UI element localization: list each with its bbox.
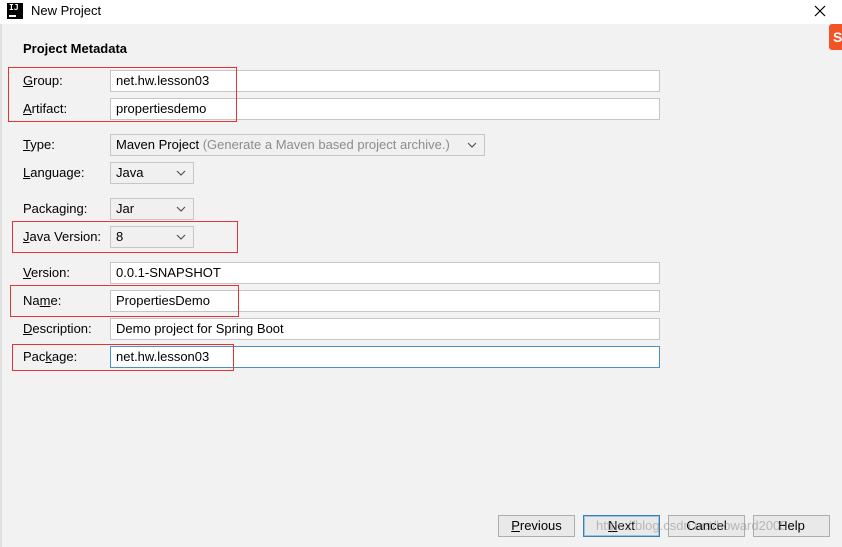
language-label: Language: bbox=[23, 165, 84, 181]
language-dropdown[interactable]: Java bbox=[110, 162, 194, 184]
name-label: Name: bbox=[23, 293, 61, 309]
package-label: Package: bbox=[23, 349, 77, 365]
close-icon bbox=[814, 5, 826, 17]
next-label: ext bbox=[617, 518, 635, 533]
packaging-label-text: ing: bbox=[66, 201, 88, 216]
version-label: Version: bbox=[23, 265, 70, 281]
title-bar: IJ New Project bbox=[0, 0, 842, 24]
version-input[interactable]: 0.0.1-SNAPSHOT bbox=[110, 262, 660, 284]
group-input[interactable]: net.hw.lesson03 bbox=[110, 70, 660, 92]
type-label: Type: bbox=[23, 137, 55, 153]
type-hint: (Generate a Maven based project archive.… bbox=[202, 137, 450, 152]
artifact-input[interactable]: propertiesdemo bbox=[110, 98, 660, 120]
chevron-down-icon bbox=[176, 170, 186, 176]
group-label: Group: bbox=[23, 73, 63, 89]
description-label-mnemonic: D bbox=[23, 321, 33, 336]
section-title: Project Metadata bbox=[23, 41, 128, 56]
side-logo-icon: S bbox=[829, 24, 842, 50]
group-label-text: roup: bbox=[33, 73, 63, 88]
next-mnemonic: N bbox=[608, 518, 618, 533]
name-label-text: e: bbox=[50, 293, 62, 308]
packaging-label: Packaging: bbox=[23, 201, 87, 217]
chevron-down-icon bbox=[176, 206, 186, 212]
window-left-edge bbox=[0, 24, 2, 547]
group-label-mnemonic: G bbox=[23, 73, 34, 88]
name-input[interactable]: PropertiesDemo bbox=[110, 290, 660, 312]
java-version-label-text: ava Version: bbox=[29, 229, 102, 244]
chevron-down-icon bbox=[176, 234, 186, 240]
window-title: New Project bbox=[31, 3, 102, 18]
chevron-down-icon bbox=[467, 142, 477, 148]
cancel-button[interactable]: Cancel bbox=[668, 515, 745, 537]
artifact-label-text: rtifact: bbox=[31, 101, 68, 116]
package-input[interactable]: net.hw.lesson03 bbox=[110, 346, 660, 368]
java-version-value: 8 bbox=[116, 229, 124, 244]
package-label-pre: Pac bbox=[23, 349, 46, 364]
previous-button[interactable]: Previous bbox=[498, 515, 575, 537]
description-input[interactable]: Demo project for Spring Boot bbox=[110, 318, 660, 340]
artifact-label: Artifact: bbox=[23, 101, 67, 117]
description-label-text: escription: bbox=[32, 321, 92, 336]
packaging-dropdown[interactable]: Jar bbox=[110, 198, 194, 220]
previous-label: revious bbox=[519, 518, 562, 533]
java-version-dropdown[interactable]: 8 bbox=[110, 226, 194, 248]
intellij-app-icon: IJ bbox=[7, 3, 23, 19]
package-label-text: age: bbox=[51, 349, 78, 364]
help-button[interactable]: Help bbox=[753, 515, 830, 537]
language-label-text: anguage: bbox=[30, 165, 85, 180]
description-label: Description: bbox=[23, 321, 92, 337]
previous-mnemonic: P bbox=[511, 518, 520, 533]
next-button[interactable]: Next bbox=[583, 515, 660, 537]
type-dropdown[interactable]: Maven Project (Generate a Maven based pr… bbox=[110, 134, 485, 156]
java-version-label: Java Version: bbox=[23, 229, 101, 245]
app-icon-bar bbox=[9, 15, 16, 17]
name-label-mnemonic: m bbox=[39, 293, 51, 308]
language-value: Java bbox=[116, 165, 144, 180]
type-value: Maven Project bbox=[116, 137, 200, 152]
packaging-label-pre: Packa bbox=[23, 201, 60, 216]
close-button[interactable] bbox=[808, 0, 832, 22]
packaging-value: Jar bbox=[116, 201, 135, 216]
type-label-text: ype: bbox=[30, 137, 55, 152]
artifact-label-mnemonic: A bbox=[23, 101, 32, 116]
version-label-text: ersion: bbox=[30, 265, 70, 280]
version-label-mnemonic: V bbox=[23, 265, 31, 280]
app-icon-text: IJ bbox=[9, 3, 19, 12]
name-label-pre: Na bbox=[23, 293, 40, 308]
